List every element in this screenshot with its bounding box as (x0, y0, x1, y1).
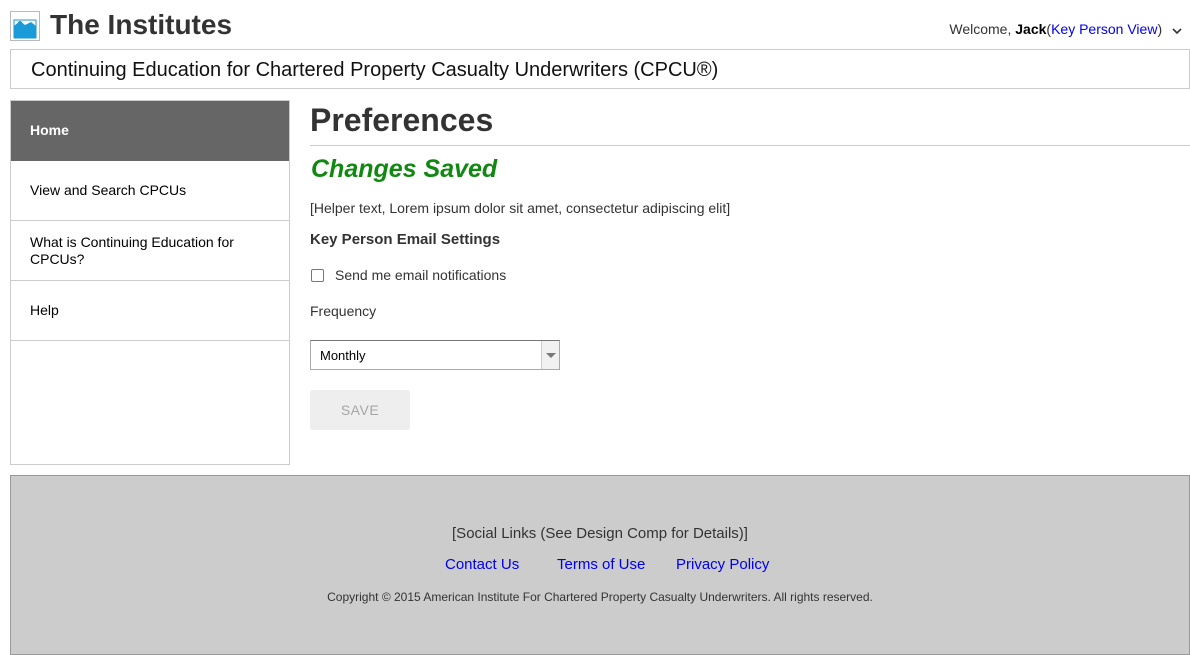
email-notifications-row[interactable]: Send me email notifications (310, 266, 506, 284)
sidebar-item-help[interactable]: Help (11, 281, 289, 341)
sidebar-item-label: View and Search CPCUs (30, 182, 187, 198)
image-placeholder-icon[interactable] (10, 11, 40, 41)
title-divider (310, 145, 1190, 146)
copyright-text: Copyright © 2015 American Institute For … (327, 590, 873, 604)
email-notifications-checkbox[interactable] (311, 268, 324, 282)
dropdown-arrow-icon[interactable] (541, 341, 559, 369)
site-title[interactable]: The Institutes (50, 8, 232, 42)
helper-text: [Helper text, Lorem ipsum dolor sit amet… (310, 200, 731, 216)
program-bar: Continuing Education for Chartered Prope… (10, 49, 1190, 89)
program-title: Continuing Education for Chartered Prope… (31, 59, 719, 81)
sidebar-item-label: Home (30, 122, 69, 138)
footer-links: Contact Us Terms of Use Privacy Policy (11, 556, 1189, 574)
user-name: Jack (1015, 21, 1047, 37)
page: The Institutes Welcome, Jack(Key Person … (0, 0, 1190, 655)
terms-of-use-link[interactable]: Terms of Use (557, 556, 645, 574)
welcome-menu[interactable]: Welcome, Jack(Key Person View) (949, 20, 1182, 39)
sidebar-item-label: What is Continuing Education for CPCUs? (30, 233, 234, 267)
sidebar-item-label: Help (30, 302, 59, 318)
site-footer: [Social Links (See Design Comp for Detai… (10, 475, 1190, 655)
frequency-label: Frequency (310, 303, 377, 319)
sidebar-item-view-search-cpcus[interactable]: View and Search CPCUs (11, 161, 289, 221)
role-close-paren: ) (1157, 21, 1163, 37)
social-links-placeholder: [Social Links (See Design Comp for Detai… (452, 525, 748, 542)
status-message: Changes Saved (311, 155, 498, 183)
frequency-select[interactable]: Monthly (310, 340, 560, 370)
sidebar-nav: Home View and Search CPCUs What is Conti… (10, 100, 290, 465)
email-notifications-label[interactable]: Send me email notifications (335, 267, 506, 284)
frequency-selected-value: Monthly (320, 348, 366, 363)
contact-us-link[interactable]: Contact Us (445, 556, 519, 574)
chevron-down-icon[interactable] (1172, 21, 1182, 39)
sidebar-item-continuing-education[interactable]: What is Continuing Education for CPCUs? (11, 221, 289, 281)
section-heading: Key Person Email Settings (310, 231, 501, 248)
page-title: Preferences (310, 102, 494, 138)
site-header: The Institutes Welcome, Jack(Key Person … (10, 8, 1190, 42)
sidebar-item-home[interactable]: Home (11, 101, 289, 161)
save-button[interactable]: SAVE (310, 390, 410, 430)
key-person-view-link[interactable]: Key Person View (1051, 21, 1157, 37)
welcome-prefix: Welcome, (949, 21, 1012, 37)
privacy-policy-link[interactable]: Privacy Policy (676, 556, 769, 574)
